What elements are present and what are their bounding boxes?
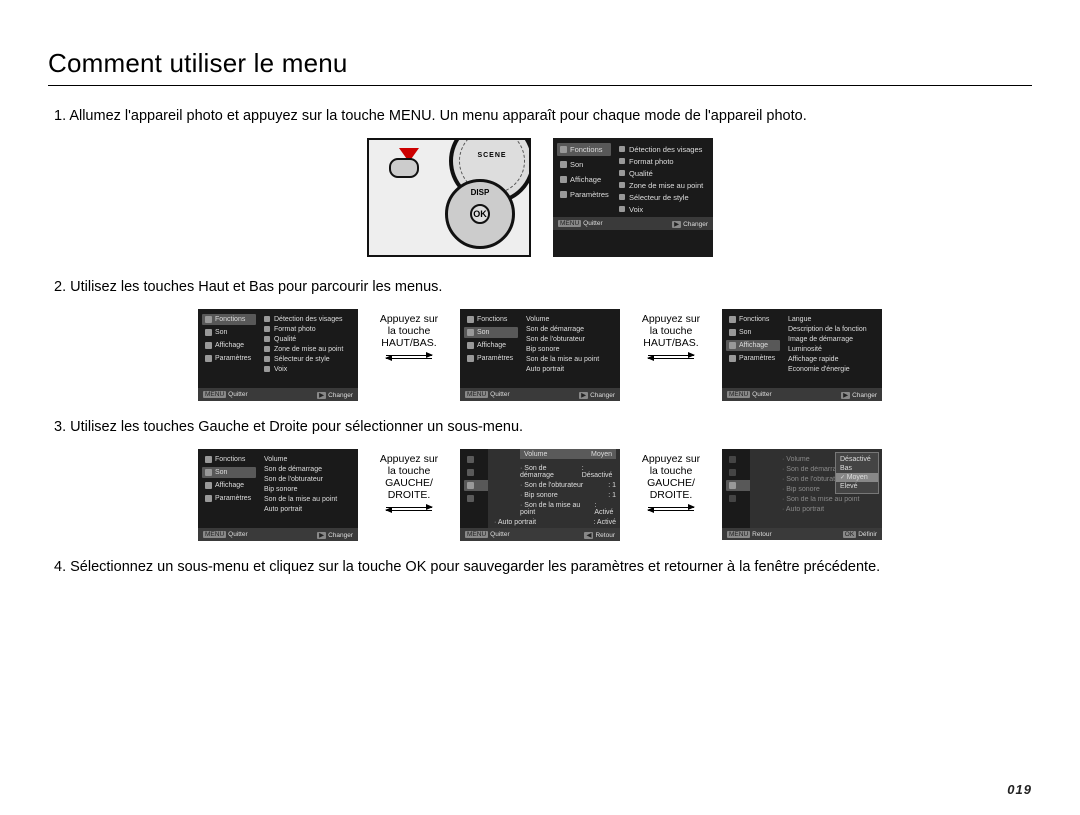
volume-popup: Désactivé Bas Moyen Elevé — [835, 452, 879, 494]
menu-item-son: Son — [557, 158, 611, 171]
title-rule — [48, 85, 1032, 86]
page-number: 019 — [1007, 782, 1032, 797]
arrow-label-gauchedroite-2: Appuyez surla toucheGAUCHE/DROITE. — [632, 449, 710, 511]
step-2: 2. Utilisez les touches Haut et Bas pour… — [54, 279, 1032, 295]
row-1: SCENE DISP OK Fonctions Son Affichage Pa… — [48, 138, 1032, 257]
menu-screenshot-r3-c: Volume Son de démarrage Son de l'obturat… — [722, 449, 882, 540]
row-2: Fonctions Son Affichage Paramètres Détec… — [48, 309, 1032, 401]
menu-screenshot-r2-b: Fonctions Son Affichage Paramètres Volum… — [460, 309, 620, 401]
arrow-label-gauchedroite-1: Appuyez surla toucheGAUCHE/DROITE. — [370, 449, 448, 511]
menu-screenshot-r2-a: Fonctions Son Affichage Paramètres Détec… — [198, 309, 358, 401]
menu-screenshot-r3-b: VolumeMoyen Son de démarrage: Désactivé … — [460, 449, 620, 541]
arrow-left-icon — [386, 358, 432, 359]
arrow-label-hautbas-2: Appuyez surla toucheHAUT/BAS. — [632, 309, 710, 359]
display-icon — [560, 176, 567, 183]
arrow-right-icon — [386, 355, 432, 356]
manual-page: Comment utiliser le menu 1. Allumez l'ap… — [0, 0, 1080, 815]
row-3: Fonctions Son Affichage Paramètres Volum… — [48, 449, 1032, 541]
page-title: Comment utiliser le menu — [48, 48, 1032, 79]
ok-button-icon: OK — [470, 204, 490, 224]
sound-icon — [467, 482, 474, 489]
menu-screenshot-r2-c: Fonctions Son Affichage Paramètres Langu… — [722, 309, 882, 401]
popup-selected: Moyen — [836, 473, 878, 482]
step-3: 3. Utilisez les touches Gauche et Droite… — [54, 419, 1032, 435]
menu-item-parametres: Paramètres — [557, 188, 611, 201]
camera-illustration: SCENE DISP OK — [367, 138, 531, 257]
sound-icon — [560, 161, 567, 168]
dpad-icon: DISP OK — [445, 179, 515, 249]
menu-screenshot-r3-a: Fonctions Son Affichage Paramètres Volum… — [198, 449, 358, 541]
arrow-label-hautbas-1: Appuyez surla toucheHAUT/BAS. — [370, 309, 448, 359]
menu-screenshot-fonctions: Fonctions Son Affichage Paramètres Détec… — [553, 138, 713, 257]
menu-item-affichage: Affichage — [557, 173, 611, 186]
step-1: 1. Allumez l'appareil photo et appuyez s… — [54, 108, 1032, 124]
step-4: 4. Sélectionnez un sous-menu et cliquez … — [54, 559, 1032, 575]
gear-icon — [560, 191, 567, 198]
camera-icon — [560, 146, 567, 153]
menu-item-fonctions: Fonctions — [557, 143, 611, 156]
menu-button-icon — [389, 158, 419, 178]
